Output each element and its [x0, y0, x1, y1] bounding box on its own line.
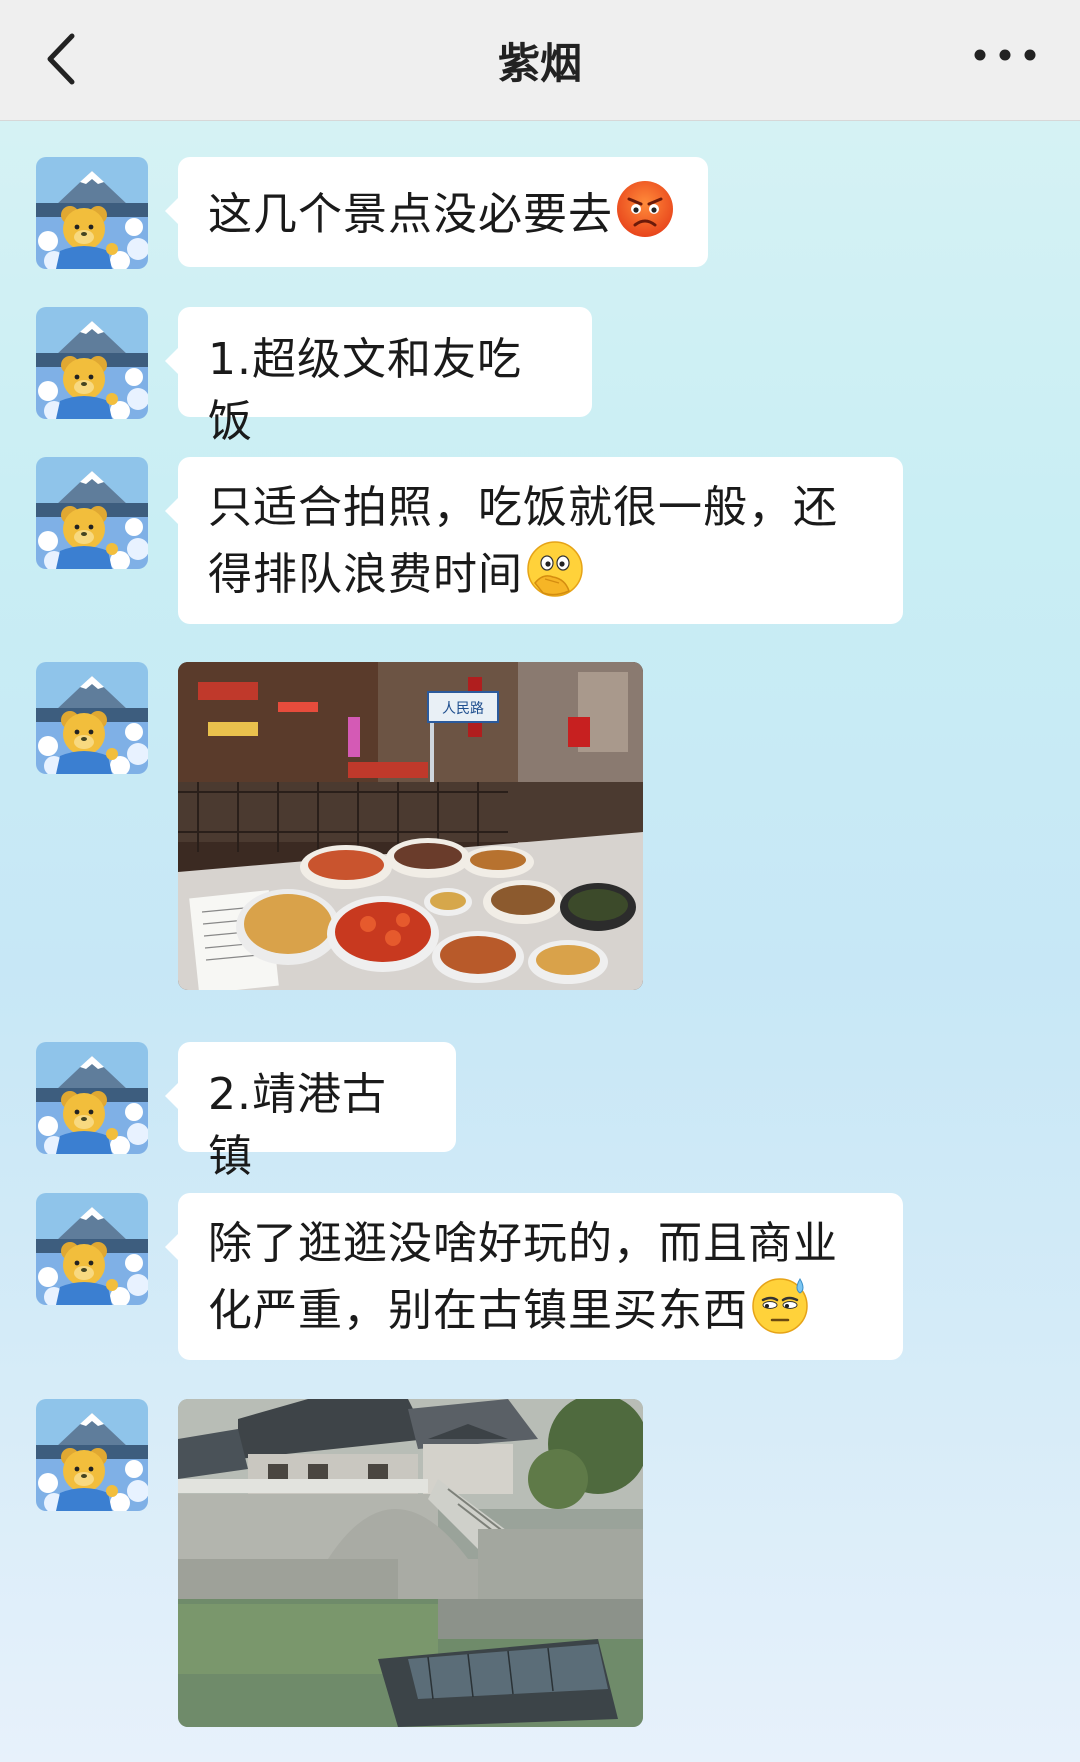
- avatar[interactable]: [36, 662, 148, 774]
- message-row: 这几个景点没必要去: [0, 157, 1080, 269]
- message-row: 只适合拍照，吃饭就很一般，还 得排队浪费时间: [0, 457, 1080, 625]
- face-with-sweat-icon: [752, 1278, 808, 1334]
- top-bar: 紫烟: [0, 0, 1080, 121]
- angry-face-icon: [617, 181, 673, 237]
- message-text-line: 得排队浪费时间: [208, 549, 523, 600]
- message-text: 2.靖港古镇: [208, 1069, 387, 1182]
- restaurant-food-photo[interactable]: 人民路: [178, 662, 643, 990]
- ellipsis-icon: [974, 49, 1036, 61]
- message-text: 这几个景点没必要去: [208, 189, 613, 240]
- message-row: 2.靖港古镇: [0, 1042, 1080, 1182]
- avatar[interactable]: [36, 1042, 148, 1154]
- message-bubble[interactable]: 除了逛逛没啥好玩的，而且商业 化严重，别在古镇里买东西: [165, 1193, 903, 1360]
- more-options-button[interactable]: [970, 40, 1040, 70]
- avatar[interactable]: [36, 1399, 148, 1511]
- message-bubble[interactable]: 1.超级文和友吃饭: [165, 307, 592, 447]
- avatar[interactable]: [36, 307, 148, 419]
- message-text: 1.超级文和友吃饭: [208, 334, 522, 447]
- message-row: 1.超级文和友吃饭: [0, 307, 1080, 447]
- message-row: 除了逛逛没啥好玩的，而且商业 化严重，别在古镇里买东西: [0, 1193, 1080, 1361]
- face-with-hand-over-mouth-icon: [527, 541, 583, 597]
- message-row: [0, 1399, 1080, 1729]
- avatar[interactable]: [36, 457, 148, 569]
- message-bubble[interactable]: 这几个景点没必要去: [165, 157, 708, 267]
- message-text-line: 除了逛逛没啥好玩的，而且商业: [208, 1218, 838, 1269]
- message-bubble[interactable]: 2.靖港古镇: [165, 1042, 456, 1182]
- message-text-line: 化严重，别在古镇里买东西: [208, 1285, 748, 1336]
- avatar[interactable]: [36, 157, 148, 269]
- avatar[interactable]: [36, 1193, 148, 1305]
- chat-title: 紫烟: [497, 39, 582, 88]
- message-text-line: 只适合拍照，吃饭就很一般，还: [208, 482, 838, 533]
- road-sign-text: 人民路: [442, 701, 484, 717]
- message-row: 人民路: [0, 662, 1080, 992]
- ancient-town-bridge-photo[interactable]: [178, 1399, 643, 1727]
- message-bubble[interactable]: 只适合拍照，吃饭就很一般，还 得排队浪费时间: [165, 457, 903, 624]
